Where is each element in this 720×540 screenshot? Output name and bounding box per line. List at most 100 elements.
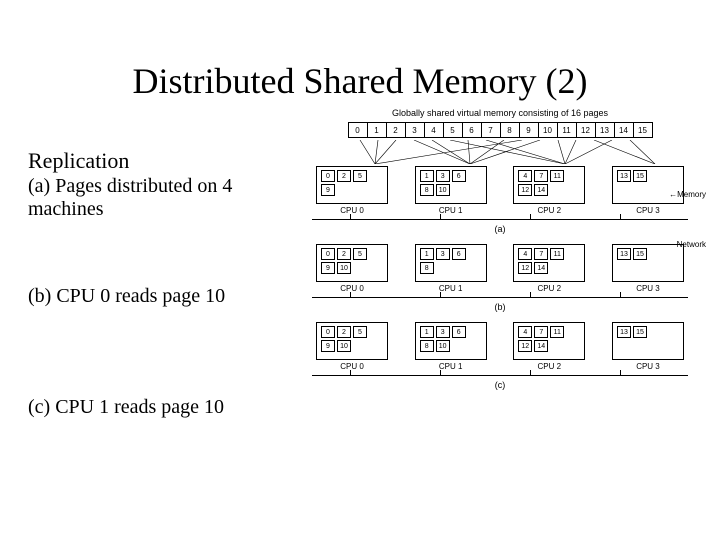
cpu-block: 136 810 CPU 1 xyxy=(411,322,491,371)
global-page-cell: 7 xyxy=(481,122,501,138)
cpu-memory-box: 47111214 xyxy=(513,166,585,204)
page-cell: 2 xyxy=(337,326,351,338)
cpu-block: 1315 CPU 3 xyxy=(608,244,688,293)
page-cell: 13 xyxy=(617,170,631,182)
replication-heading: Replication xyxy=(28,148,288,173)
page-line: 1214 xyxy=(518,262,548,274)
panel-c-label: (c) xyxy=(300,380,700,390)
page-cell: 5 xyxy=(353,248,367,260)
page-cell: 14 xyxy=(534,340,548,352)
cpu-label: CPU 3 xyxy=(636,284,660,293)
page-line: 136 xyxy=(420,326,466,338)
cpu-memory-box: 025910 xyxy=(316,322,388,360)
cpu-block: 136810CPU 1 xyxy=(411,166,491,215)
page-cell: 1 xyxy=(420,170,434,182)
figure: Globally shared virtual memory consistin… xyxy=(300,108,700,400)
page-line: 1214 xyxy=(518,340,548,352)
page-cell: 0 xyxy=(321,326,335,338)
page-line: 025 xyxy=(321,248,367,260)
cpu-block: 47111214CPU 2 xyxy=(509,166,589,215)
page-cell: 4 xyxy=(518,326,532,338)
global-page-cell: 11 xyxy=(557,122,577,138)
page-cell: 2 xyxy=(337,170,351,182)
global-page-cell: 1 xyxy=(367,122,387,138)
page-cell: 0 xyxy=(321,248,335,260)
global-page-cell: 13 xyxy=(595,122,615,138)
cpu-label: CPU 2 xyxy=(538,284,562,293)
bus-c xyxy=(312,375,688,376)
cpu-label: CPU 0 xyxy=(340,284,364,293)
page-line: 025 xyxy=(321,170,367,182)
page-line: 136 xyxy=(420,170,466,182)
cpu-memory-box: 47111214 xyxy=(513,244,585,282)
panel-b-label: (b) xyxy=(300,302,700,312)
cpu-memory-box: 136 8 xyxy=(415,244,487,282)
left-column: Replication (a) Pages distributed on 4 m… xyxy=(28,148,288,419)
cpu-block: 1368CPU 1 xyxy=(411,244,491,293)
page-cell: 12 xyxy=(518,262,532,274)
cpu-block: 47111214CPU 2 xyxy=(509,322,589,371)
memory-label: ←Memory xyxy=(659,190,706,199)
page-cell: 4 xyxy=(518,248,532,260)
page-line: 8 xyxy=(420,262,434,274)
page-cell: 4 xyxy=(518,170,532,182)
global-page-row: 0123456789101112131415 xyxy=(300,122,700,138)
global-page-cell: 6 xyxy=(462,122,482,138)
slide: Distributed Shared Memory (2) Replicatio… xyxy=(0,0,720,540)
page-cell: 15 xyxy=(633,170,647,182)
panel-b-row: 025910CPU 01368CPU 147111214CPU 21315CPU… xyxy=(300,244,700,293)
page-line: 4711 xyxy=(518,170,564,182)
panel-c-row: 025910CPU 0136810CPU 147111214CPU 21315C… xyxy=(300,322,700,371)
global-page-cell: 0 xyxy=(348,122,368,138)
page-cell: 1 xyxy=(420,326,434,338)
page-cell: 5 xyxy=(353,170,367,182)
cpu-block: 1315CPU 3 xyxy=(608,322,688,371)
page-cell: 11 xyxy=(550,248,564,260)
page-cell: 6 xyxy=(452,326,466,338)
page-cell: 0 xyxy=(321,170,335,182)
global-page-cell: 5 xyxy=(443,122,463,138)
page-cell: 7 xyxy=(534,170,548,182)
cpu-label: CPU 3 xyxy=(636,206,660,215)
global-page-cell: 2 xyxy=(386,122,406,138)
page-cell: 3 xyxy=(436,170,450,182)
page-line: 025 xyxy=(321,326,367,338)
page-cell: 3 xyxy=(436,248,450,260)
global-page-cell: 14 xyxy=(614,122,634,138)
page-cell: 10 xyxy=(337,340,351,352)
page-line: 9 xyxy=(321,184,335,196)
cpu-label: CPU 0 xyxy=(340,362,364,371)
page-cell: 8 xyxy=(420,262,434,274)
cpu-memory-box: 1315 xyxy=(612,244,684,282)
cpu-block: 025910 CPU 0 xyxy=(312,322,392,371)
page-cell: 15 xyxy=(633,248,647,260)
page-cell: 10 xyxy=(436,184,450,196)
figure-top-caption: Globally shared virtual memory consistin… xyxy=(300,108,700,118)
cpu-block: 47111214CPU 2 xyxy=(509,244,589,293)
cpu-label: CPU 2 xyxy=(538,362,562,371)
page-cell: 8 xyxy=(420,184,434,196)
page-line: 810 xyxy=(420,340,450,352)
page-cell: 7 xyxy=(534,326,548,338)
page-cell: 14 xyxy=(534,262,548,274)
page-cell: 6 xyxy=(452,248,466,260)
cpu-label: CPU 2 xyxy=(538,206,562,215)
cpu-label: CPU 3 xyxy=(636,362,660,371)
global-page-cell: 3 xyxy=(405,122,425,138)
global-page-cell: 4 xyxy=(424,122,444,138)
page-line: 136 xyxy=(420,248,466,260)
page-cell: 9 xyxy=(321,184,335,196)
page-cell: 12 xyxy=(518,184,532,196)
page-cell: 2 xyxy=(337,248,351,260)
cpu-memory-box: 136 810 xyxy=(415,166,487,204)
item-a: (a) Pages distributed on 4 machines xyxy=(28,175,288,221)
network-label: Network xyxy=(677,240,706,249)
slide-title: Distributed Shared Memory (2) xyxy=(0,60,720,102)
page-cell: 1 xyxy=(420,248,434,260)
page-cell: 12 xyxy=(518,340,532,352)
page-cell: 11 xyxy=(550,170,564,182)
page-line: 810 xyxy=(420,184,450,196)
cpu-label: CPU 1 xyxy=(439,362,463,371)
page-cell: 11 xyxy=(550,326,564,338)
page-cell: 10 xyxy=(337,262,351,274)
